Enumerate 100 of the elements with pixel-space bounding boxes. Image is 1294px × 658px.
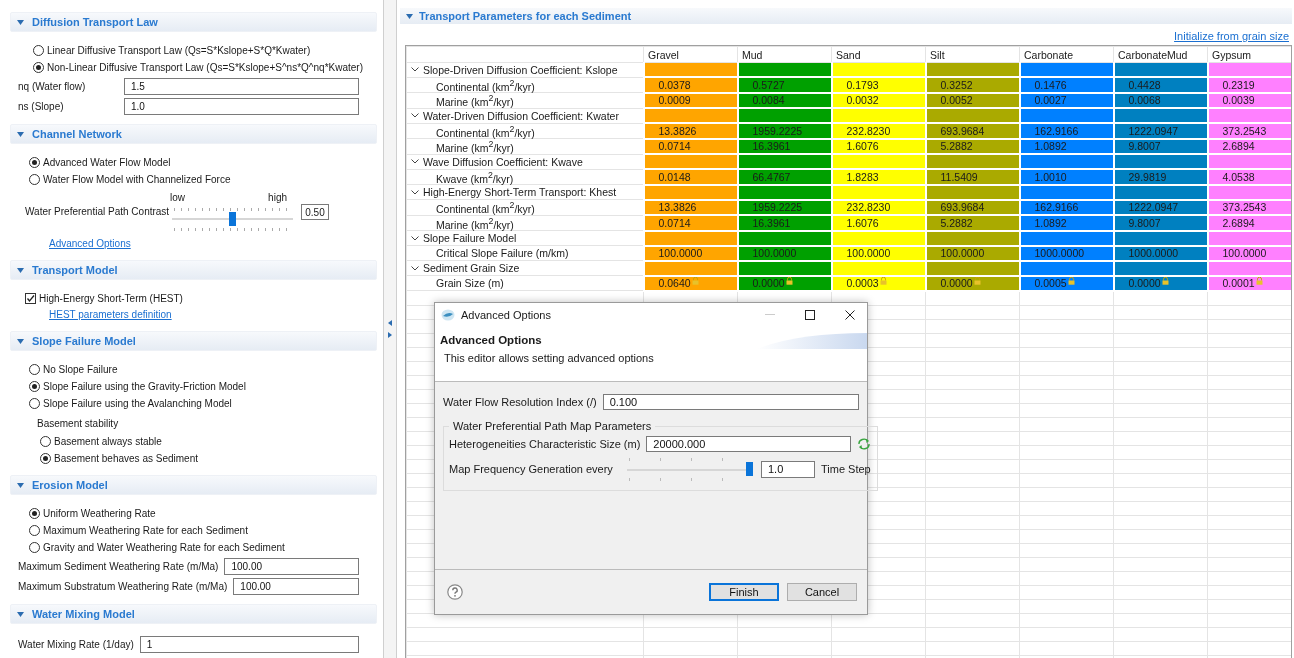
link[interactable]: HEST parameters definition bbox=[49, 307, 172, 323]
caret-icon[interactable] bbox=[17, 338, 24, 344]
caret-icon[interactable] bbox=[17, 482, 24, 488]
chevron-icon[interactable] bbox=[411, 159, 419, 164]
caret-icon[interactable] bbox=[17, 19, 24, 25]
column-header: CarbonateMud bbox=[1113, 46, 1208, 63]
section-header[interactable]: Slope Failure Model bbox=[10, 331, 377, 351]
radio-indicator[interactable] bbox=[29, 364, 40, 375]
low-label: low bbox=[170, 192, 185, 205]
radio-indicator[interactable] bbox=[29, 542, 40, 553]
text-field[interactable]: 0.100 bbox=[602, 394, 859, 410]
radio-button[interactable]: Basement always stable bbox=[40, 433, 383, 450]
field-label: Water Flow Resolution Index (/) bbox=[443, 396, 597, 408]
radio-indicator[interactable] bbox=[29, 157, 40, 168]
slider-thumb[interactable] bbox=[746, 462, 753, 476]
radio-indicator[interactable] bbox=[29, 525, 40, 536]
row-label: Marine (km$^{2}$/kyr) bbox=[436, 139, 514, 154]
row-label: Kwave (km$^{2}$/kyr) bbox=[436, 169, 514, 184]
dialog-button[interactable]: Finish bbox=[709, 583, 779, 601]
link[interactable]: Advanced Options bbox=[49, 236, 131, 252]
refresh-icon[interactable] bbox=[856, 438, 871, 450]
radio-indicator[interactable] bbox=[29, 174, 40, 185]
column-header: Silt bbox=[925, 46, 1020, 63]
text-field[interactable]: 1.5 bbox=[124, 77, 359, 95]
group-label: Basement stability bbox=[37, 418, 120, 429]
radio-indicator[interactable] bbox=[29, 398, 40, 409]
row-label: Critical Slope Failure (m/km) bbox=[436, 247, 569, 259]
maximize-icon[interactable] bbox=[805, 310, 815, 320]
window-title: Advanced Options bbox=[461, 309, 552, 321]
text-field[interactable]: 100.00 bbox=[224, 557, 359, 575]
column-header: Carbonate bbox=[1019, 46, 1114, 63]
section-header[interactable]: Diffusion Transport Law bbox=[10, 12, 377, 32]
radio-button[interactable]: Linear Diffusive Transport Law (Qs=S*Kslope+S*Q*Kwater) bbox=[33, 42, 383, 59]
radio-indicator[interactable] bbox=[40, 436, 51, 447]
slider-thumb[interactable] bbox=[229, 212, 236, 226]
column-header: Gravel bbox=[643, 46, 738, 63]
high-label: high bbox=[268, 192, 287, 205]
chevron-icon[interactable] bbox=[411, 235, 419, 241]
help-icon[interactable] bbox=[447, 584, 463, 600]
dialog-button[interactable]: Cancel bbox=[787, 583, 857, 601]
caret-icon[interactable] bbox=[17, 131, 24, 137]
radio-indicator[interactable] bbox=[40, 453, 51, 464]
radio-indicator[interactable] bbox=[29, 381, 40, 392]
checkbox-icon[interactable] bbox=[25, 293, 36, 304]
caret-icon[interactable] bbox=[406, 13, 413, 19]
dialog-heading: Advanced Options bbox=[440, 334, 542, 346]
radio-button[interactable]: Uniform Weathering Rate bbox=[29, 505, 383, 522]
row-label: Grain Size (m) bbox=[436, 277, 504, 289]
slider-label: Water Preferential Path Contrast bbox=[25, 205, 170, 219]
text-field[interactable]: 1.0 bbox=[124, 97, 359, 115]
section-header[interactable]: Water Mixing Model bbox=[10, 604, 377, 624]
field-label: Water Mixing Rate (1/day) bbox=[18, 638, 134, 650]
slider[interactable] bbox=[625, 457, 755, 481]
link[interactable]: Initialize from grain size bbox=[1174, 30, 1289, 42]
caret-icon[interactable] bbox=[17, 611, 24, 617]
app-icon bbox=[441, 309, 455, 321]
row-label: Continental (km$^{2}$/kyr) bbox=[436, 200, 535, 215]
section-header[interactable]: Channel Network bbox=[10, 124, 377, 144]
radio-button[interactable]: Non-Linear Diffusive Transport Law (Qs=S*Kslope+S^ns*Q^nq*Kwater) bbox=[33, 59, 383, 76]
column-header: Sand bbox=[831, 46, 926, 63]
close-icon[interactable] bbox=[845, 310, 855, 320]
field-label: ns (Slope) bbox=[18, 100, 65, 112]
section-header[interactable]: Erosion Model bbox=[10, 475, 377, 495]
chevron-icon[interactable] bbox=[411, 189, 419, 195]
slider[interactable] bbox=[170, 206, 295, 232]
radio-button[interactable]: Slope Failure using the Avalanching Model bbox=[29, 395, 383, 412]
radio-button[interactable]: Basement behaves as Sediment bbox=[40, 450, 383, 467]
text-field[interactable]: 1 bbox=[139, 635, 359, 653]
collapse-left-icon[interactable] bbox=[388, 320, 392, 326]
row-label: Marine (km$^{2}$/kyr) bbox=[436, 215, 514, 230]
value-field[interactable]: 1.0 bbox=[761, 460, 815, 478]
dialog-description: This editor allows setting advanced options bbox=[443, 352, 654, 364]
text-field[interactable]: 100.00 bbox=[233, 577, 359, 595]
group-title: Water Preferential Path Map Parameters bbox=[452, 420, 653, 432]
field-label: nq (Water flow) bbox=[18, 80, 87, 92]
text-field[interactable]: 20000.000 bbox=[646, 436, 851, 452]
radio-button[interactable]: No Slope Failure bbox=[29, 361, 383, 378]
value-field[interactable]: 0.50 bbox=[301, 204, 329, 220]
unit-label: Time Step bbox=[821, 463, 871, 475]
chevron-icon[interactable] bbox=[411, 67, 419, 73]
row-label: Continental (km$^{2}$/kyr) bbox=[436, 77, 535, 92]
section-header[interactable]: Transport Parameters for each Sediment bbox=[400, 8, 1292, 24]
radio-button[interactable]: Water Flow Model with Channelized Force bbox=[29, 171, 383, 188]
caret-icon[interactable] bbox=[17, 267, 24, 273]
radio-button[interactable]: Advanced Water Flow Model bbox=[29, 154, 383, 171]
field-label: Maximum Sediment Weathering Rate (m/Ma) bbox=[18, 560, 219, 572]
chevron-icon[interactable] bbox=[411, 113, 419, 118]
radio-button[interactable]: Gravity and Water Weathering Rate for each Sediment bbox=[29, 539, 383, 556]
column-header: Mud bbox=[737, 46, 832, 63]
section-header[interactable]: Transport Model bbox=[10, 260, 377, 280]
radio-indicator[interactable] bbox=[29, 508, 40, 519]
slider-label: Map Frequency Generation every bbox=[449, 463, 614, 475]
radio-indicator[interactable] bbox=[33, 45, 44, 56]
checkbox[interactable]: High-Energy Short-Term (HEST) bbox=[25, 290, 383, 307]
radio-indicator[interactable] bbox=[33, 62, 44, 73]
radio-button[interactable]: Maximum Weathering Rate for each Sediment bbox=[29, 522, 383, 539]
expand-right-icon[interactable] bbox=[388, 332, 392, 338]
row-label: Marine (km$^{2}$/kyr) bbox=[436, 93, 514, 108]
radio-button[interactable]: Slope Failure using the Gravity-Friction Model bbox=[29, 378, 383, 395]
chevron-icon[interactable] bbox=[411, 265, 419, 271]
